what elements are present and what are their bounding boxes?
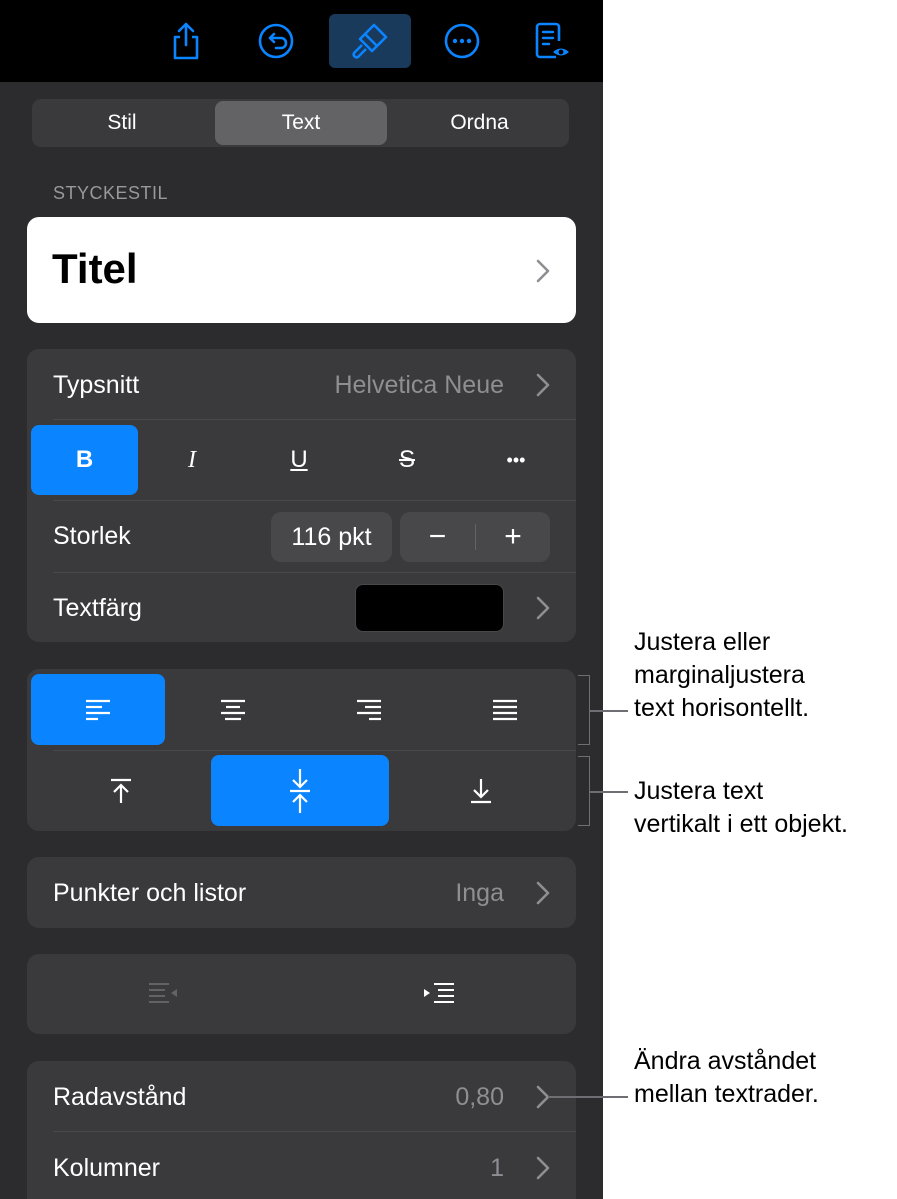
size-label: Storlek	[53, 522, 131, 550]
chevron-right-icon	[536, 596, 550, 620]
chevron-right-icon	[536, 259, 550, 283]
more-icon	[444, 23, 480, 59]
size-stepper: − +	[400, 512, 550, 562]
bullets-value: Inga	[455, 879, 504, 907]
callout-horizontal-text: Justera eller marginaljustera text horis…	[634, 628, 810, 722]
tab-stil[interactable]: Stil	[34, 101, 210, 145]
align-bottom-button[interactable]	[389, 755, 573, 826]
callout-vertical-text: Justera text vertikalt i ett objekt.	[634, 777, 848, 838]
align-right-icon	[357, 699, 381, 720]
justify-icon	[493, 699, 517, 720]
align-left-button[interactable]	[31, 674, 165, 745]
increase-indent-icon	[423, 983, 454, 1003]
share-button[interactable]	[160, 14, 212, 68]
callout-vertical-bracket	[578, 756, 590, 826]
italic-button[interactable]: I	[139, 425, 245, 495]
callout-spacing-text: Ändra avståndet mellan textrader.	[634, 1047, 819, 1108]
callout-horizontal-bracket	[578, 675, 590, 745]
tab-ordna[interactable]: Ordna	[392, 101, 567, 145]
align-center-button[interactable]	[165, 674, 301, 745]
bullets-row[interactable]: Punkter och listor Inga	[27, 857, 576, 928]
more-button[interactable]	[436, 14, 488, 68]
format-button[interactable]	[329, 14, 411, 68]
bullets-label: Punkter och listor	[53, 879, 247, 907]
callout-spacing-line	[548, 1096, 628, 1098]
format-content: Stil Text Ordna STYCKESTIL Titel Typsnit…	[0, 82, 603, 1199]
paragraph-style-heading: STYCKESTIL	[53, 183, 169, 203]
chevron-right-icon	[536, 373, 550, 397]
callout-horizontal-line	[590, 710, 628, 712]
undo-icon	[258, 23, 294, 59]
share-icon	[173, 22, 199, 60]
increase-indent-button[interactable]	[301, 954, 576, 1034]
line-spacing-label: Radavstånd	[53, 1083, 187, 1111]
justify-button[interactable]	[437, 674, 573, 745]
chevron-right-icon	[536, 881, 550, 905]
paintbrush-icon	[352, 23, 388, 59]
columns-label: Kolumner	[53, 1154, 160, 1182]
increase-size-button[interactable]: +	[476, 512, 550, 562]
strikethrough-button[interactable]: S	[353, 425, 461, 495]
line-spacing-row[interactable]: Radavstånd 0,80	[27, 1061, 576, 1131]
toolbar	[0, 0, 603, 82]
decrease-size-button[interactable]: −	[400, 512, 475, 562]
text-color-label: Textfärg	[53, 594, 142, 622]
align-middle-button[interactable]	[211, 755, 389, 826]
font-label: Typsnitt	[53, 371, 140, 399]
align-top-icon	[111, 778, 131, 803]
chevron-right-icon	[536, 1156, 550, 1180]
align-top-button[interactable]	[31, 755, 211, 826]
paragraph-style-selector[interactable]: Titel	[27, 217, 576, 323]
decrease-indent-icon	[149, 983, 177, 1003]
divider	[53, 419, 576, 420]
size-row: Storlek 116 pkt − +	[27, 500, 576, 572]
more-text-options-button[interactable]: •••	[461, 425, 571, 495]
spacing-group: Radavstånd 0,80 Kolumner 1	[27, 1061, 576, 1199]
alignment-group	[27, 669, 576, 831]
format-tabs: Stil Text Ordna	[32, 99, 569, 147]
reader-view-button[interactable]	[526, 14, 578, 68]
tab-text[interactable]: Text	[215, 101, 387, 145]
indent-group	[27, 954, 576, 1034]
undo-button[interactable]	[250, 14, 302, 68]
reader-view-icon	[535, 22, 569, 59]
line-spacing-value: 0,80	[455, 1083, 504, 1111]
align-bottom-icon	[471, 778, 491, 803]
divider	[53, 750, 576, 751]
underline-button[interactable]: U	[245, 425, 353, 495]
text-color-swatch[interactable]	[355, 584, 504, 632]
align-right-button[interactable]	[301, 674, 437, 745]
font-value: Helvetica Neue	[334, 371, 504, 399]
align-middle-icon	[290, 768, 310, 813]
font-row[interactable]: Typsnitt Helvetica Neue	[27, 349, 576, 419]
format-panel: Stil Text Ordna STYCKESTIL Titel Typsnit…	[0, 0, 603, 1199]
bold-button[interactable]: B	[31, 425, 138, 495]
size-value-field[interactable]: 116 pkt	[271, 512, 392, 562]
align-center-icon	[221, 699, 245, 720]
decrease-indent-button[interactable]	[27, 954, 301, 1034]
paragraph-style-value: Titel	[52, 245, 138, 292]
align-left-icon	[86, 699, 110, 720]
columns-value: 1	[490, 1154, 504, 1182]
text-color-row[interactable]: Textfärg	[27, 572, 576, 642]
callout-vertical-line	[590, 791, 628, 793]
font-group: Typsnitt Helvetica Neue B I U S ••• Stor…	[27, 349, 576, 642]
columns-row[interactable]: Kolumner 1	[27, 1132, 576, 1199]
